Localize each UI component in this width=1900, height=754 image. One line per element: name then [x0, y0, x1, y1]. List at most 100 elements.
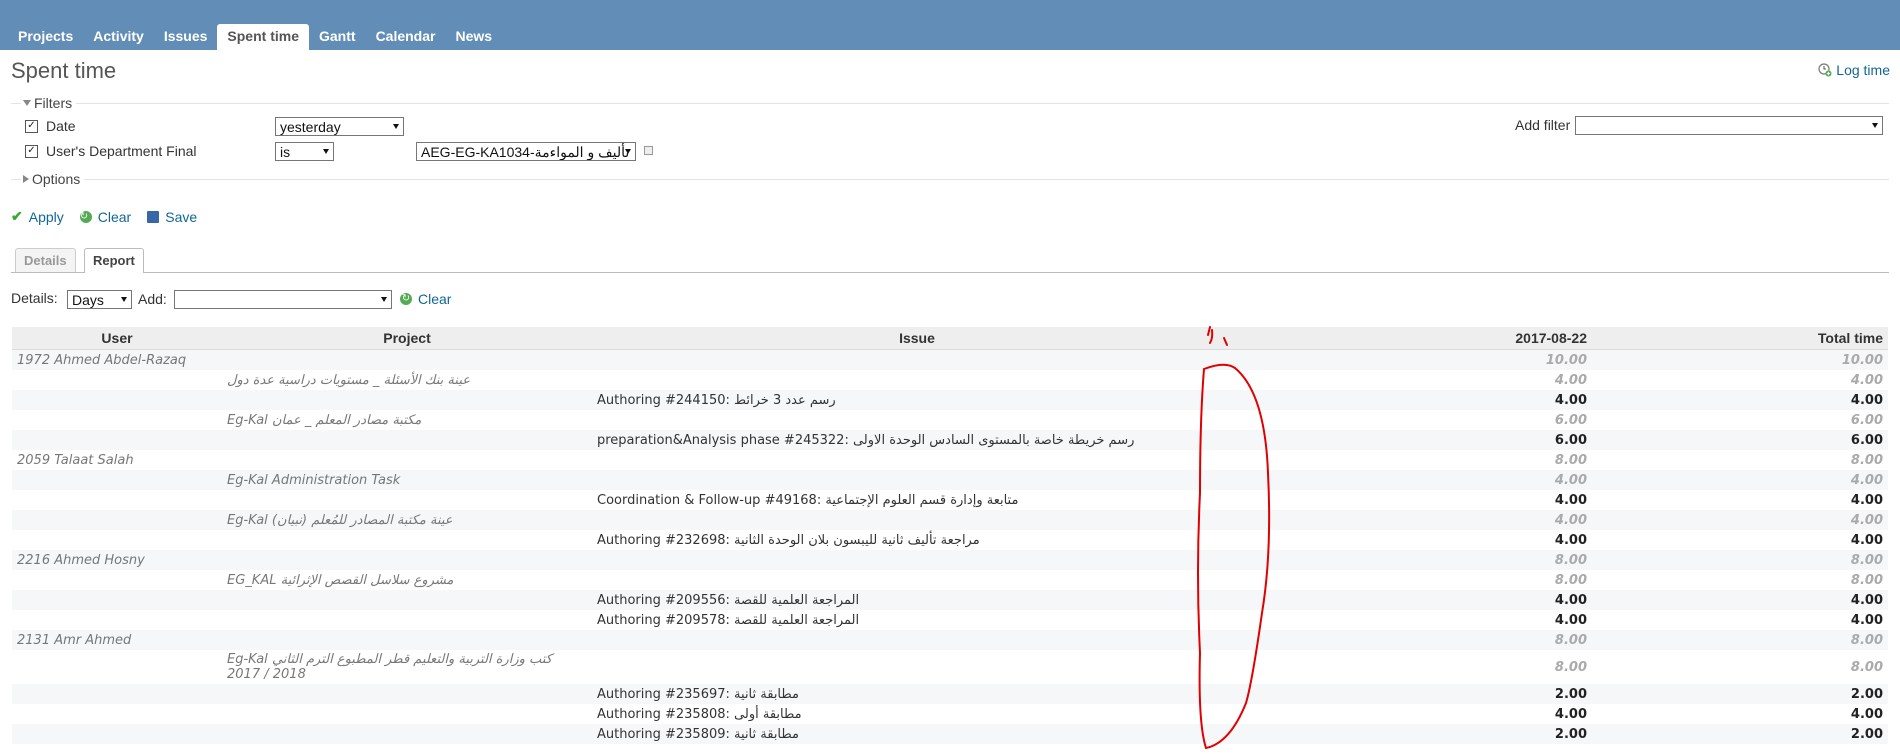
- tab-calendar[interactable]: Calendar: [366, 24, 446, 50]
- user-name: 2059 Talaat Salah: [12, 450, 222, 470]
- date-hours: 4.00: [1242, 490, 1592, 510]
- project-row: Eg-Kal Administration Task 4.00 4.00: [12, 470, 1888, 490]
- department-operator-select[interactable]: is: [275, 142, 334, 161]
- issue-row: Authoring #235809: مطابقة ثانية 2.00 2.00: [12, 724, 1888, 744]
- empty-cell: [592, 410, 1242, 430]
- add-filter-select[interactable]: [1575, 116, 1883, 135]
- issue-name: Authoring #244150: رسم عدد 3 خرائط: [592, 390, 1242, 410]
- department-filter-label: User's Department Final: [46, 143, 197, 159]
- tab-projects[interactable]: Projects: [8, 24, 83, 50]
- empty-cell: [222, 630, 592, 650]
- filters-legend[interactable]: Filters: [21, 95, 77, 111]
- column-header-project: Project: [222, 327, 592, 350]
- date-hours: 2.00: [1242, 724, 1592, 744]
- project-name: عينة بنك الأسئلة _ مستويات دراسية عدة دو…: [222, 370, 592, 390]
- add-filter-label: Add filter: [1515, 117, 1571, 133]
- issue-row: Authoring #244150: رسم عدد 3 خرائط 4.00 4.…: [12, 390, 1888, 410]
- apply-button[interactable]: ✔ Apply: [11, 208, 64, 225]
- empty-cell: [592, 550, 1242, 570]
- log-time-label[interactable]: Log time: [1836, 62, 1890, 78]
- save-label: Save: [165, 208, 198, 225]
- apply-label: Apply: [28, 208, 64, 225]
- tab-gantt[interactable]: Gantt: [309, 24, 366, 50]
- clock-add-icon: [1818, 63, 1832, 77]
- empty-cell: [222, 610, 592, 630]
- tab-activity[interactable]: Activity: [83, 24, 154, 50]
- collapse-arrow-icon: [23, 100, 31, 106]
- dropdown-arrow-icon: [381, 297, 387, 302]
- tab-details[interactable]: Details: [15, 248, 76, 272]
- log-time-link[interactable]: Log time: [1818, 62, 1890, 78]
- tab-report[interactable]: Report: [84, 248, 144, 273]
- criteria-clear-button[interactable]: ↻ Clear: [400, 291, 451, 307]
- total-hours: 4.00: [1592, 530, 1888, 550]
- report-criteria-bar: Details:: [11, 290, 58, 306]
- empty-cell: [592, 450, 1242, 470]
- options-fieldset: Options: [11, 171, 1889, 187]
- total-hours: 4.00: [1592, 510, 1888, 530]
- query-actions: ✔ Apply ↻ Clear Save: [11, 208, 197, 225]
- empty-cell: [12, 724, 222, 744]
- dropdown-arrow-icon: [323, 149, 329, 154]
- check-icon: ✔: [11, 208, 23, 224]
- empty-cell: [12, 510, 222, 530]
- reload-icon: ↻: [400, 293, 412, 305]
- tab-news[interactable]: News: [445, 24, 502, 50]
- department-filter-checkbox[interactable]: ✓: [25, 144, 38, 158]
- save-button[interactable]: Save: [147, 208, 197, 225]
- department-value-select[interactable]: AEG-EG-KA1034-تأليف و المواءمة: [416, 142, 636, 161]
- date-hours: 4.00: [1242, 510, 1592, 530]
- dropdown-arrow-icon: [625, 149, 631, 154]
- empty-cell: [12, 430, 222, 450]
- date-hours: 8.00: [1242, 550, 1592, 570]
- column-header-user: User: [12, 327, 222, 350]
- project-name: EG_KAL مشروع سلاسل القصص الإثرائية: [222, 570, 592, 590]
- add-criteria-select[interactable]: [174, 290, 392, 309]
- user-name: 2216 Ahmed Hosny: [12, 550, 222, 570]
- project-row: Eg-Kal كتب وزارة التربية والتعليم قطر ال…: [12, 650, 1888, 684]
- options-legend[interactable]: Options: [21, 171, 85, 187]
- issue-row: Authoring #232698: مراجعة تأليف ثانية لل…: [12, 530, 1888, 550]
- date-hours: 4.00: [1242, 610, 1592, 630]
- empty-cell: [12, 704, 222, 724]
- user-row: 2059 Talaat Salah 8.00 8.00: [12, 450, 1888, 470]
- empty-cell: [12, 390, 222, 410]
- project-row: Eg-Kal (نبيان) عينة مكتبة المصادر للمُعل…: [12, 510, 1888, 530]
- date-hours: 4.00: [1242, 530, 1592, 550]
- date-hours: 8.00: [1242, 630, 1592, 650]
- empty-cell: [222, 590, 592, 610]
- expand-arrow-icon: [23, 175, 29, 183]
- empty-cell: [592, 630, 1242, 650]
- issue-row: Coordination & Follow-up #49168: متابعة …: [12, 490, 1888, 510]
- empty-cell: [12, 650, 222, 684]
- issue-name: Authoring #235809: مطابقة ثانية: [592, 724, 1242, 744]
- date-filter-checkbox[interactable]: ✓: [25, 119, 38, 133]
- total-hours: 4.00: [1592, 490, 1888, 510]
- date-operator-select[interactable]: yesterday: [275, 117, 404, 136]
- date-hours: 6.00: [1242, 410, 1592, 430]
- empty-cell: [222, 704, 592, 724]
- total-hours: 2.00: [1592, 724, 1888, 744]
- filter-date-row: ✓ Date: [25, 118, 76, 134]
- project-row: Eg-Kal مكتبة مصادر المعلم _ عمان 6.00 6.00: [12, 410, 1888, 430]
- tab-issues[interactable]: Issues: [154, 24, 218, 50]
- date-hours: 2.00: [1242, 684, 1592, 704]
- column-header-date: 2017-08-22: [1242, 327, 1592, 350]
- tab-spent-time[interactable]: Spent time: [217, 24, 309, 50]
- project-name: Eg-Kal (نبيان) عينة مكتبة المصادر للمُعل…: [222, 510, 592, 530]
- toggle-multiselect-icon[interactable]: [644, 146, 653, 155]
- clear-button[interactable]: ↻ Clear: [79, 208, 131, 225]
- details-columns-select[interactable]: Days: [67, 290, 132, 309]
- page-title: Spent time: [11, 58, 117, 83]
- total-hours: 8.00: [1592, 570, 1888, 590]
- department-value: AEG-EG-KA1034-تأليف و المواءمة: [421, 144, 630, 160]
- table-body: 1972 Ahmed Abdel-Razaq 10.00 10.00 عينة بنك…: [12, 349, 1888, 744]
- project-name: Eg-Kal كتب وزارة التربية والتعليم قطر ال…: [222, 650, 592, 684]
- dropdown-arrow-icon: [1872, 123, 1878, 128]
- add-criteria-label: Add:: [138, 291, 167, 307]
- empty-cell: [592, 470, 1242, 490]
- total-hours: 4.00: [1592, 390, 1888, 410]
- total-hours: 4.00: [1592, 610, 1888, 630]
- empty-cell: [12, 490, 222, 510]
- empty-cell: [12, 370, 222, 390]
